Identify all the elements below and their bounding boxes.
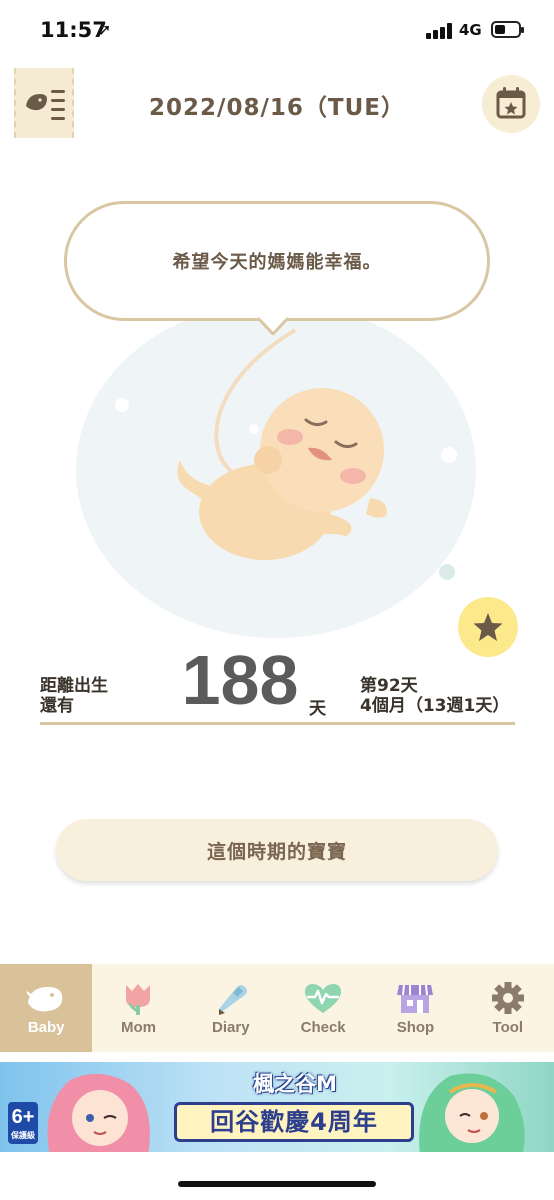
countdown-divider [40,722,515,725]
day-count: 第92天 [360,676,418,696]
tab-tool-label: Tool [492,1019,524,1036]
home-indicator[interactable] [178,1181,376,1187]
calendar-button[interactable] [482,75,540,133]
tab-check-label: Check [300,1019,346,1036]
location-arrow-icon: ➚ [98,20,112,39]
menu-button[interactable] [14,68,74,138]
baby-this-period-label: 這個時期的寶寶 [206,840,347,863]
countdown-label: 距離出生 還有 [40,676,108,716]
header-date: 2022/08/16（TUE） [149,95,405,121]
message-bubble: 希望今天的媽媽能幸福。 [64,201,490,321]
tab-diary-label: Diary [212,1019,250,1036]
tab-bar: Baby Mom Diary Check Shop Tool [0,964,554,1052]
age-rating: 6+ [11,1106,35,1128]
favorite-button[interactable] [458,597,518,657]
tab-baby[interactable]: Baby [0,964,93,1052]
star-icon [473,613,503,641]
status-bar: 11:57 ➚ 4G [0,0,554,60]
ad-brand: 楓之谷M [253,1072,337,1096]
bird-icon [26,987,63,1012]
days-left: 188 [181,641,299,719]
ad-character-right [419,1073,525,1152]
calendar-star-icon [496,87,526,119]
days-unit: 天 [309,699,326,719]
countdown-label-line2: 還有 [40,696,74,716]
age-rating-badge: 6+ 保護級 [8,1102,38,1144]
ad-slogan: 回谷歡慶4周年 [174,1102,414,1142]
tulip-icon [126,984,151,1015]
age-rating-note: 保護級 [11,1131,35,1140]
tab-diary[interactable]: Diary [185,964,277,1052]
baby-this-period-button[interactable]: 這個時期的寶寶 [56,819,498,881]
heart-pulse-icon [305,984,342,1013]
ad-character-left [47,1073,150,1152]
tab-baby-label: Baby [27,1019,65,1036]
bubble-message: 希望今天的媽媽能幸福。 [172,252,382,273]
gear-icon [491,982,524,1014]
tab-shop[interactable]: Shop [369,964,461,1052]
pencil-icon [218,985,247,1015]
pregnancy-progress: 第92天 4個月（13週1天） [360,676,509,716]
tab-check[interactable]: Check [277,964,369,1052]
status-time: 11:57 [40,18,107,42]
tab-tool[interactable]: Tool [462,964,554,1052]
store-icon [397,984,434,1013]
ad-banner[interactable]: 6+ 保護級 楓之谷M 回谷歡慶4周年 [0,1062,554,1152]
tab-shop-label: Shop [396,1019,435,1036]
network-type: 4G [459,21,482,39]
countdown-label-line1: 距離出生 [40,676,108,696]
baby-illustration [76,302,476,638]
signal-icon [426,23,454,39]
bubble-tail [258,317,288,335]
leaf-menu-icon [26,90,65,120]
battery-icon [491,21,524,38]
tab-mom-label: Mom [120,1019,156,1036]
tab-mom[interactable]: Mom [92,964,184,1052]
month-week: 4個月（13週1天） [360,696,510,716]
